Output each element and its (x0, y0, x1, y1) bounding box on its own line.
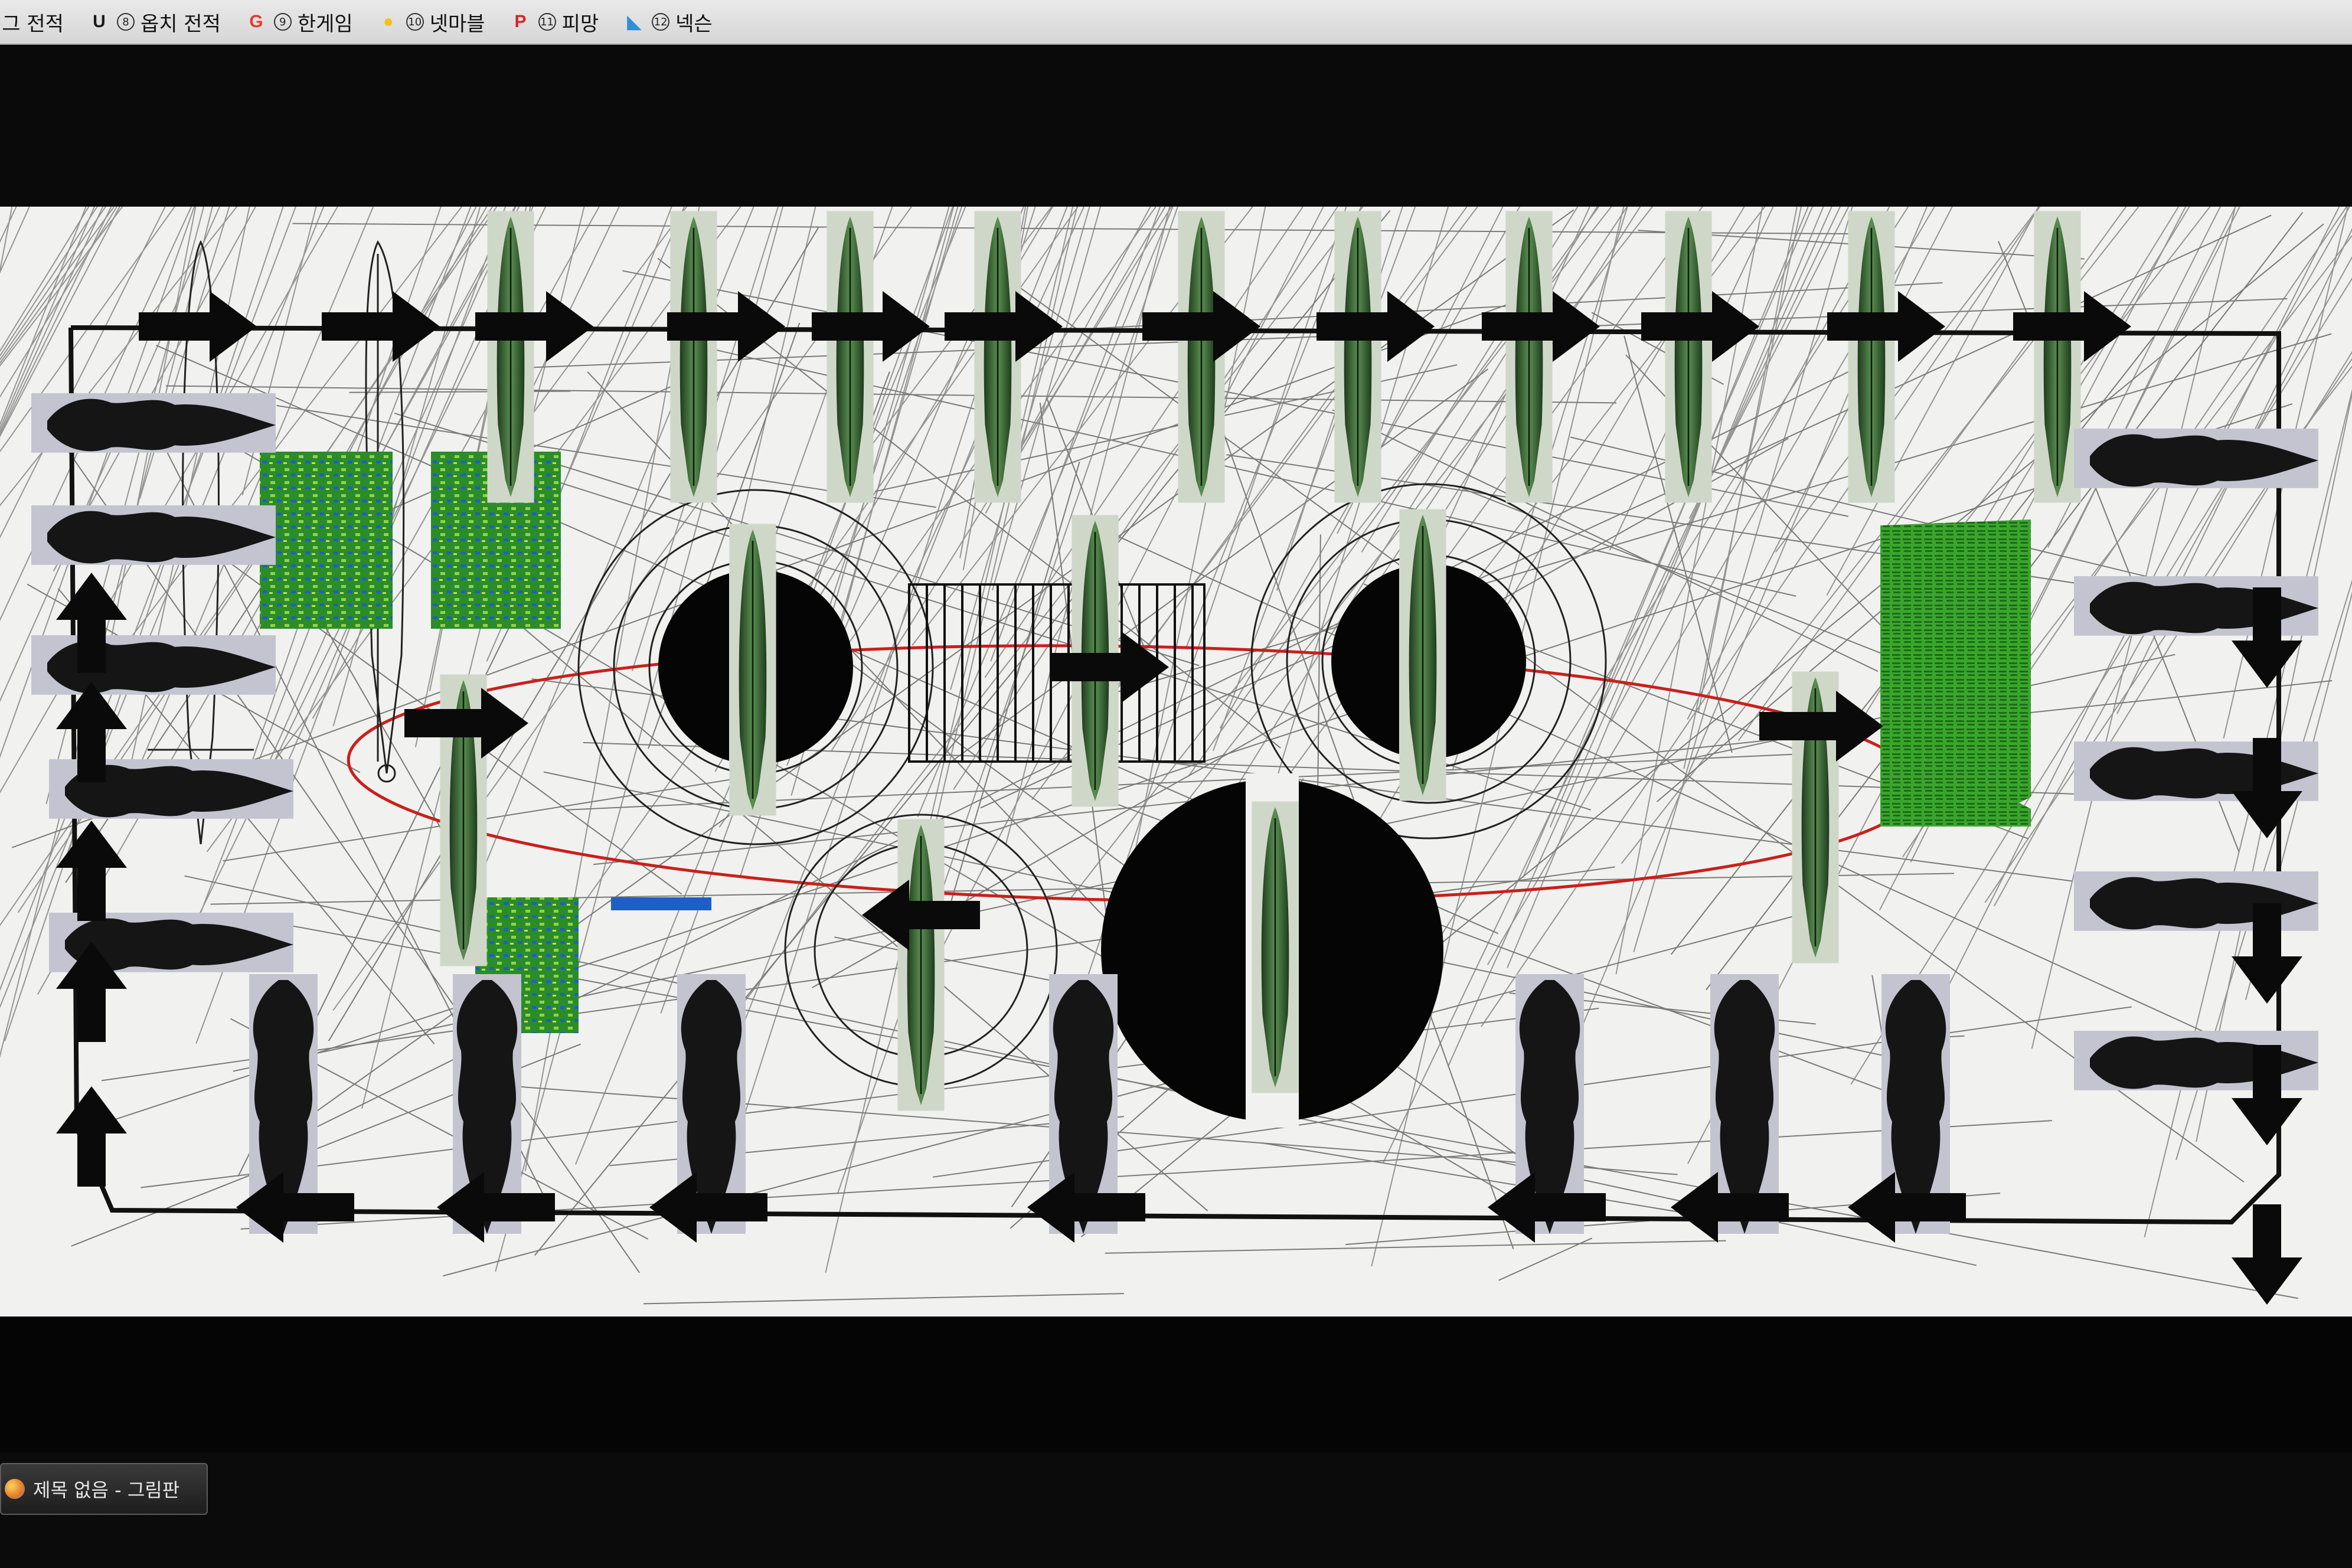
bookmark-item[interactable]: P 11 피망 (509, 4, 599, 40)
bookmark-item[interactable]: ● 10 넷마블 (377, 4, 485, 40)
matrix-panel (260, 452, 393, 629)
bookmark-shortcut-number: 8 (116, 13, 135, 31)
bookmark-item[interactable]: U 8 옵치 전적 (87, 4, 221, 40)
u-logo-icon: U (93, 12, 106, 31)
taskbar-item-paint[interactable]: 제목 없음 - 그림판 (0, 1463, 208, 1515)
bookmark-label: 피망 (561, 12, 599, 36)
paint-canvas[interactable] (0, 207, 2352, 1317)
bookmark-label: 배그 전적 (0, 12, 64, 36)
bookmark-label: 한게임 (297, 12, 353, 36)
bookmark-shortcut-number: 9 (273, 13, 292, 31)
p-logo-icon: P (514, 12, 527, 31)
bookmark-item[interactable]: ◣ 12 넥슨 (622, 4, 713, 40)
drawing (0, 207, 2352, 1305)
bookmarks-bar: 배그 전적 U8 옵치 전적 G9 한게임 ● 10 넷마블 P 11 피망 ◣ 12 넥슨 (0, 0, 2352, 45)
bookmark-shortcut-number: 10 (406, 13, 424, 31)
bookmark-label: 넷마블 (429, 12, 485, 36)
taskbar: 제목 없음 - 그림판 (0, 1452, 2352, 1568)
nexon-icon: ◣ (627, 12, 641, 32)
matrix-panel (1880, 520, 2031, 827)
bookmark-label: 옵치 전적 (140, 12, 221, 36)
bookmark-shortcut-number: 12 (652, 13, 670, 31)
chick-icon: ● (383, 12, 394, 31)
taskbar-item-label: 제목 없음 - 그림판 (33, 1479, 180, 1501)
window-frame (0, 46, 2352, 205)
g-logo-icon: G (249, 12, 263, 31)
bookmark-item[interactable]: 배그 전적 (0, 4, 64, 40)
paint-icon (5, 1479, 25, 1499)
bookmark-item[interactable]: G 9 한게임 (244, 4, 353, 40)
bookmark-label: 넥슨 (675, 12, 713, 36)
bookmark-shortcut-number: 11 (538, 13, 556, 31)
